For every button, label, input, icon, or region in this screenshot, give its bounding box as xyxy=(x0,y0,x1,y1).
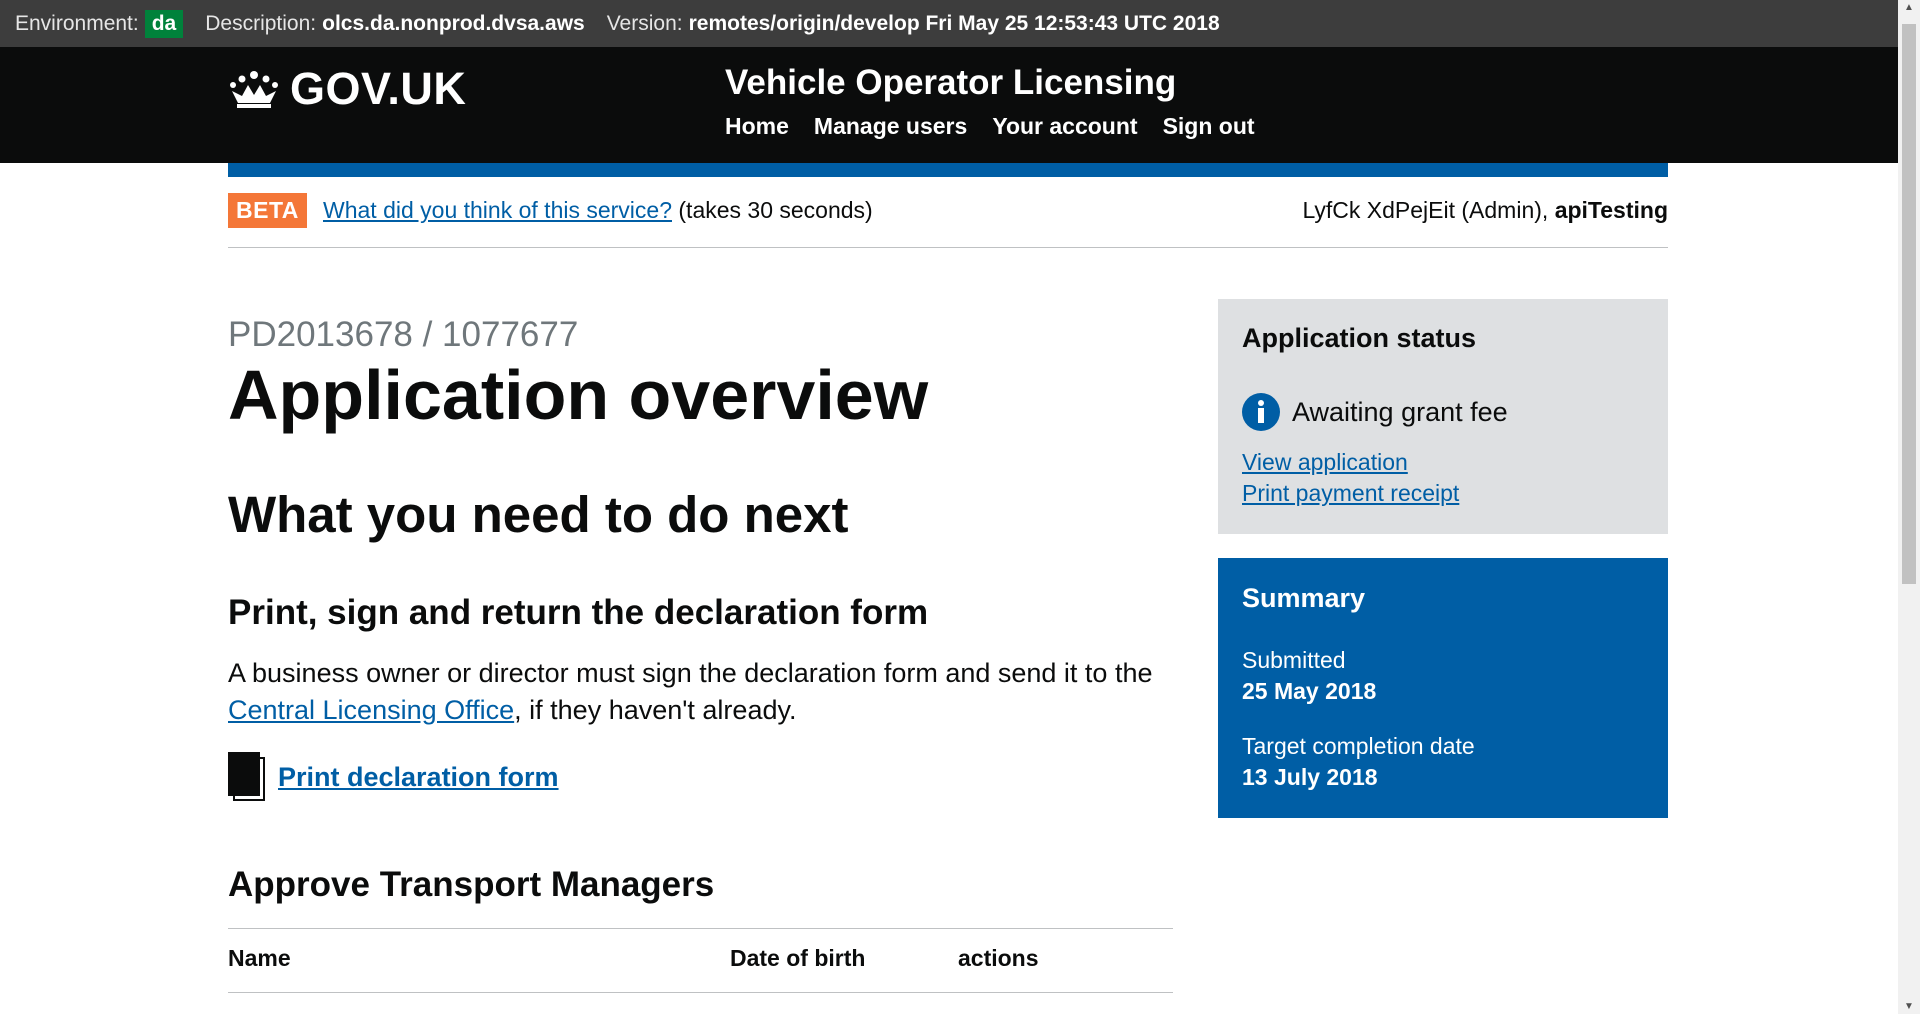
target-completion-item: Target completion date 13 July 2018 xyxy=(1242,731,1475,793)
declaration-heading: Print, sign and return the declaration f… xyxy=(228,593,929,632)
transport-managers-table: Name Date of birth actions xyxy=(228,928,1173,993)
site-header: GOV.UK Vehicle Operator Licensing Home M… xyxy=(0,47,1898,163)
scrollbar-thumb[interactable] xyxy=(1902,24,1916,584)
version-label: Version: xyxy=(606,11,683,35)
description-value: olcs.da.nonprod.dvsa.aws xyxy=(322,11,585,35)
environment-group: Environment: da xyxy=(15,9,184,38)
transport-managers-heading: Approve Transport Managers xyxy=(228,865,715,904)
user-org: apiTesting xyxy=(1554,197,1668,223)
crown-icon xyxy=(230,71,278,108)
logo-text: GOV.UK xyxy=(290,63,467,114)
nav-sign-out[interactable]: Sign out xyxy=(1163,113,1255,140)
submitted-item: Submitted 25 May 2018 xyxy=(1242,645,1376,707)
summary-panel: Summary Submitted 25 May 2018 Target com… xyxy=(1218,558,1668,818)
nav-manage-users[interactable]: Manage users xyxy=(814,113,967,140)
feedback-link[interactable]: What did you think of this service? xyxy=(323,197,672,223)
declaration-text-before: A business owner or director must sign t… xyxy=(228,658,1153,688)
description-label: Description: xyxy=(205,11,317,35)
nav-home[interactable]: Home xyxy=(725,113,789,140)
user-name: LyfCk XdPejEit (Admin), xyxy=(1302,197,1549,223)
phase-banner: BETA What did you think of this service?… xyxy=(228,193,1668,248)
scroll-down-arrow-icon[interactable]: ▼ xyxy=(1904,1001,1914,1012)
column-header-date-of-birth: Date of birth xyxy=(730,945,866,971)
page-scrollbar[interactable]: ▲ ▼ xyxy=(1898,0,1920,1014)
description-group: Description: olcs.da.nonprod.dvsa.aws xyxy=(205,12,584,36)
view-application-link[interactable]: View application xyxy=(1242,447,1459,478)
status-title: Application status xyxy=(1242,323,1477,353)
status-line: Awaiting grant fee xyxy=(1242,393,1508,431)
target-completion-label: Target completion date xyxy=(1242,733,1475,759)
govuk-logo[interactable]: GOV.UK xyxy=(228,63,466,115)
declaration-text-after: , if they haven't already. xyxy=(514,695,797,725)
phase-text: What did you think of this service? (tak… xyxy=(323,197,873,224)
environment-badge: da xyxy=(144,9,184,38)
header-nav: Home Manage users Your account Sign out xyxy=(725,113,1280,140)
header-blue-stripe xyxy=(228,163,1668,177)
environment-bar: Environment: da Description: olcs.da.non… xyxy=(0,0,1898,47)
nav-your-account[interactable]: Your account xyxy=(992,113,1137,140)
summary-title: Summary xyxy=(1242,583,1366,613)
beta-tag: BETA xyxy=(228,193,307,228)
version-value: remotes/origin/develop Fri May 25 12:53:… xyxy=(688,11,1220,35)
service-name[interactable]: Vehicle Operator Licensing xyxy=(725,63,1176,103)
licence-reference: PD2013678 / 1077677 xyxy=(228,315,579,354)
document-icon xyxy=(228,752,265,801)
user-info: LyfCk XdPejEit (Admin), apiTesting xyxy=(1302,197,1668,224)
column-header-actions: actions xyxy=(958,945,1039,971)
next-steps-heading: What you need to do next xyxy=(228,486,849,543)
info-icon xyxy=(1242,393,1280,431)
page-title: Application overview xyxy=(228,356,929,434)
submitted-label: Submitted xyxy=(1242,647,1346,673)
declaration-text: A business owner or director must sign t… xyxy=(228,655,1178,729)
status-value: Awaiting grant fee xyxy=(1292,396,1508,427)
application-status-panel: Application status Awaiting grant fee Vi… xyxy=(1218,299,1668,534)
column-header-name: Name xyxy=(228,945,291,971)
print-payment-receipt-link[interactable]: Print payment receipt xyxy=(1242,478,1459,509)
print-declaration-link[interactable]: Print declaration form xyxy=(278,762,559,793)
scroll-up-arrow-icon[interactable]: ▲ xyxy=(1904,2,1914,13)
version-group: Version: remotes/origin/develop Fri May … xyxy=(607,12,1220,36)
central-licensing-office-link[interactable]: Central Licensing Office xyxy=(228,695,514,725)
target-completion-value: 13 July 2018 xyxy=(1242,764,1378,790)
print-declaration-row: Print declaration form xyxy=(228,752,559,802)
submitted-value: 25 May 2018 xyxy=(1242,678,1377,704)
status-links: View application Print payment receipt xyxy=(1242,447,1459,509)
feedback-suffix: (takes 30 seconds) xyxy=(678,197,873,223)
environment-label: Environment: xyxy=(15,11,139,35)
